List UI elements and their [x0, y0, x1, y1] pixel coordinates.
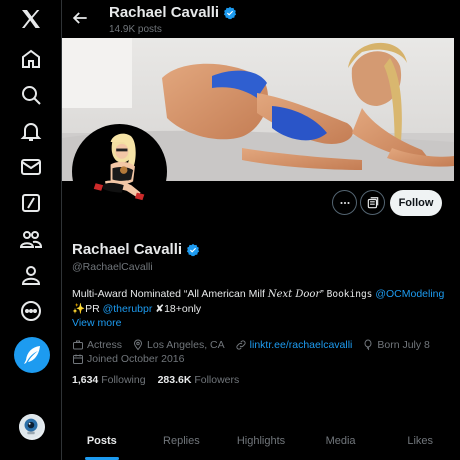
- home-icon[interactable]: [13, 41, 49, 77]
- newsletter-icon: [367, 196, 378, 208]
- tab-media[interactable]: Media: [301, 424, 381, 460]
- messages-icon[interactable]: [13, 149, 49, 185]
- link-icon: [236, 340, 246, 350]
- more-icon[interactable]: [13, 293, 49, 329]
- profile-handle: @RachaelCavalli: [72, 261, 153, 273]
- notifications-icon[interactable]: [13, 113, 49, 149]
- view-more-link[interactable]: View more: [72, 317, 121, 329]
- follow-stats: 1,634 Following 283.6K Followers: [72, 374, 239, 386]
- bio-text: ✨PR: [72, 303, 103, 315]
- ellipsis-icon: [339, 201, 350, 204]
- tab-highlights[interactable]: Highlights: [221, 424, 301, 460]
- website-item: linktr.ee/rachaelcavalli: [235, 339, 353, 351]
- profile-main: Rachael Cavalli 14.9K posts Follow Racha…: [62, 0, 460, 460]
- subscribe-button[interactable]: [360, 190, 385, 215]
- post-count: 14.9K posts: [109, 24, 162, 35]
- bio-mention-link[interactable]: @therubpr: [103, 303, 153, 315]
- profile-bio: Multi-Award Nominated “All American Milf…: [72, 287, 452, 317]
- feather-icon: [24, 346, 40, 364]
- header-name-text: Rachael Cavalli: [109, 4, 220, 21]
- bio-text: Multi-Award Nominated “All American Milf: [72, 288, 268, 300]
- followers-count: 283.6K: [157, 374, 192, 386]
- post-button[interactable]: [14, 337, 50, 373]
- profile-avatar[interactable]: [72, 124, 167, 219]
- location-text: Los Angeles, CA: [147, 339, 225, 351]
- more-options-button[interactable]: [332, 190, 357, 215]
- verified-badge-icon: [223, 6, 237, 19]
- follow-button[interactable]: Follow: [390, 190, 442, 216]
- bio-line-1: Multi-Award Nominated “All American Milf…: [72, 287, 452, 302]
- category-text: Actress: [87, 339, 123, 351]
- verified-badge-icon[interactable]: [186, 243, 200, 257]
- bio-text: Next Door: [267, 289, 321, 300]
- balloon-icon: [364, 339, 372, 351]
- bio-line-2: ✨PR @therubpr ✘18+only: [72, 302, 452, 317]
- following-stat[interactable]: 1,634 Following: [72, 374, 146, 386]
- tab-posts[interactable]: Posts: [62, 424, 142, 460]
- grok-icon[interactable]: [13, 185, 49, 221]
- bio-text: Bookings: [326, 289, 373, 300]
- profile-tabs: Posts Replies Highlights Media Likes: [62, 424, 460, 460]
- header-name: Rachael Cavalli: [109, 4, 237, 21]
- following-count: 1,634: [72, 374, 99, 386]
- birthday-item: Born July 8: [362, 339, 430, 351]
- profile-icon[interactable]: [13, 257, 49, 293]
- profile-meta-row-1: Actress Los Angeles, CA linktr.ee/rachae…: [72, 339, 430, 351]
- back-arrow-icon[interactable]: [70, 8, 90, 28]
- profile-meta-row-2: Joined October 2016: [72, 353, 184, 365]
- profile-name: Rachael Cavalli: [72, 241, 200, 258]
- tab-likes[interactable]: Likes: [380, 424, 460, 460]
- nav-rail: [0, 0, 62, 460]
- account-avatar[interactable]: [19, 414, 45, 440]
- location-item: Los Angeles, CA: [132, 339, 225, 351]
- tab-replies[interactable]: Replies: [142, 424, 222, 460]
- calendar-icon: [73, 354, 83, 364]
- explore-icon[interactable]: [13, 77, 49, 113]
- joined-text: Joined October 2016: [87, 353, 185, 365]
- x-logo-icon[interactable]: [13, 1, 49, 37]
- bio-text: ✘18+only: [152, 303, 202, 315]
- website-link[interactable]: linktr.ee/rachaelcavalli: [250, 339, 353, 351]
- joined-item: Joined October 2016: [72, 353, 184, 365]
- followers-label: Followers: [194, 374, 240, 386]
- location-pin-icon: [134, 339, 143, 351]
- following-label: Following: [101, 374, 146, 386]
- top-bar: Rachael Cavalli 14.9K posts: [62, 0, 460, 38]
- birthday-text: Born July 8: [377, 339, 430, 351]
- category-item: Actress: [72, 339, 122, 351]
- communities-icon[interactable]: [13, 221, 49, 257]
- profile-name-text: Rachael Cavalli: [72, 241, 183, 258]
- followers-stat[interactable]: 283.6K Followers: [158, 374, 240, 386]
- bio-mention-link[interactable]: @OCModeling: [375, 288, 444, 300]
- briefcase-icon: [73, 340, 83, 350]
